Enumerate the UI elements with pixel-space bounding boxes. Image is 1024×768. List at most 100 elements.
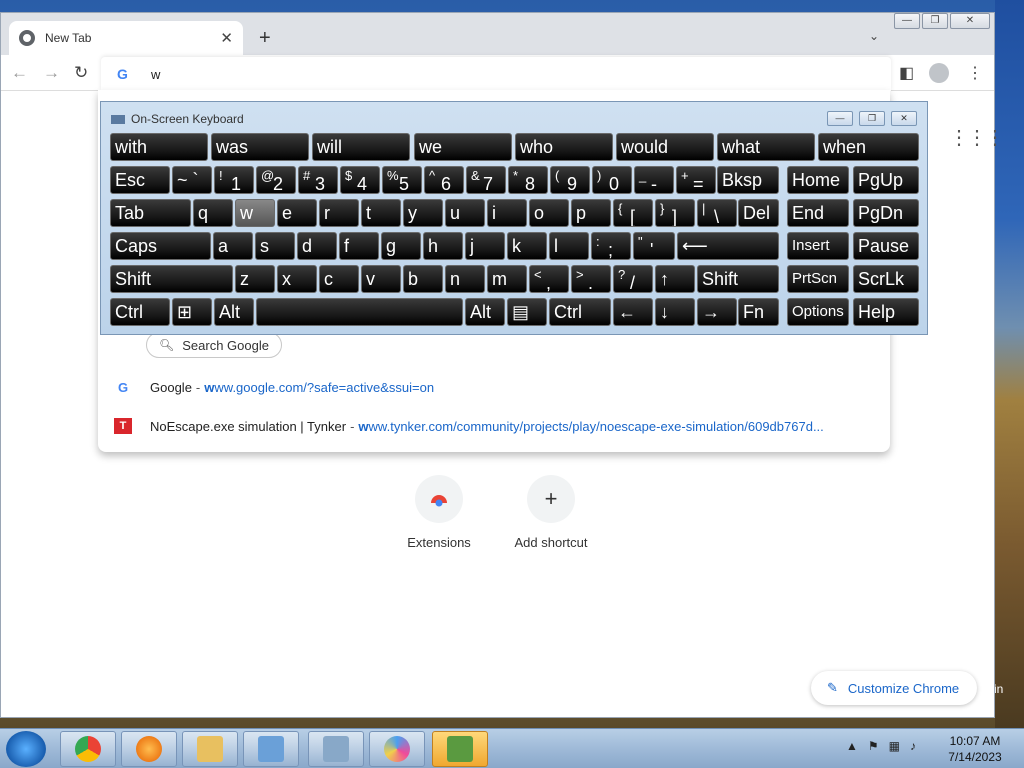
key--[interactable]: + = xyxy=(676,166,716,194)
taskbar-paint[interactable] xyxy=(369,731,425,767)
suggestion-row[interactable]: T NoEscape.exe simulation | Tynker - www… xyxy=(114,418,824,434)
reload-icon[interactable]: ↻ xyxy=(74,63,88,83)
key--4[interactable]: $4 xyxy=(340,166,380,194)
key-bksp[interactable]: Bksp xyxy=(717,166,779,194)
key-insert[interactable]: Insert xyxy=(787,232,849,260)
prediction-key-with[interactable]: with xyxy=(110,133,208,161)
key--[interactable]: <, xyxy=(529,265,569,293)
key-p[interactable]: p xyxy=(571,199,611,227)
key-i[interactable]: i xyxy=(487,199,527,227)
key-options[interactable]: Options xyxy=(787,298,849,326)
close-button[interactable]: ✕ xyxy=(950,13,990,29)
network-icon[interactable]: ▦ xyxy=(889,739,900,753)
key-s[interactable]: s xyxy=(255,232,295,260)
key-e[interactable]: e xyxy=(277,199,317,227)
key--[interactable]: ▤ xyxy=(507,298,547,326)
close-icon[interactable]: ✕ xyxy=(220,29,233,47)
key-m[interactable]: m xyxy=(487,265,527,293)
prediction-key-who[interactable]: who xyxy=(515,133,613,161)
key--[interactable]: ⟵ xyxy=(677,232,779,260)
restore-button[interactable]: ❐ xyxy=(859,111,885,126)
key-a[interactable]: a xyxy=(213,232,253,260)
key-b[interactable]: b xyxy=(403,265,443,293)
taskbar-control-panel[interactable] xyxy=(243,731,299,767)
key-end[interactable]: End xyxy=(787,199,849,227)
key-ctrl[interactable]: Ctrl xyxy=(110,298,170,326)
tray-arrow-icon[interactable]: ▲ xyxy=(846,739,858,753)
key--[interactable]: {[ xyxy=(613,199,653,227)
taskbar-explorer[interactable] xyxy=(182,731,238,767)
key--[interactable]: ~ ` xyxy=(172,166,212,194)
flag-icon[interactable]: ⚑ xyxy=(868,739,879,753)
key--5[interactable]: % 5 xyxy=(382,166,422,194)
prediction-key-would[interactable]: would xyxy=(616,133,714,161)
key-t[interactable]: t xyxy=(361,199,401,227)
key-ctrl[interactable]: Ctrl xyxy=(549,298,611,326)
customize-chrome-button[interactable]: ✎ Customize Chrome xyxy=(811,671,977,705)
key-o[interactable]: o xyxy=(529,199,569,227)
key--[interactable]: ↓ xyxy=(655,298,695,326)
key-pgup[interactable]: PgUp xyxy=(853,166,919,194)
prediction-key-was[interactable]: was xyxy=(211,133,309,161)
key--[interactable]: ⊞ xyxy=(172,298,212,326)
apps-grid-icon[interactable]: ⋮⋮⋮ xyxy=(949,125,1005,150)
menu-icon[interactable]: ⋮ xyxy=(967,63,983,83)
key-w[interactable]: w xyxy=(235,199,275,227)
chevron-down-icon[interactable]: ⌄ xyxy=(869,29,879,43)
key-alt[interactable]: Alt xyxy=(214,298,254,326)
key--[interactable]: ← xyxy=(613,298,653,326)
taskbar-osk[interactable] xyxy=(308,731,364,767)
minimize-button[interactable]: — xyxy=(894,13,920,29)
key-r[interactable]: r xyxy=(319,199,359,227)
key--[interactable]: _ - xyxy=(634,166,674,194)
forward-icon[interactable]: → xyxy=(43,63,60,83)
close-button[interactable]: ✕ xyxy=(891,111,917,126)
key-z[interactable]: z xyxy=(235,265,275,293)
key-x[interactable]: x xyxy=(277,265,317,293)
back-icon[interactable]: ← xyxy=(11,63,28,83)
key--[interactable]: ? / xyxy=(613,265,653,293)
prediction-key-will[interactable]: will xyxy=(312,133,410,161)
key--7[interactable]: & 7 xyxy=(466,166,506,194)
key-fn[interactable]: Fn xyxy=(738,298,779,326)
clock[interactable]: 10:07 AM 7/14/2023 xyxy=(940,733,1010,765)
key-k[interactable]: k xyxy=(507,232,547,260)
key-f[interactable]: f xyxy=(339,232,379,260)
key--[interactable]: >. xyxy=(571,265,611,293)
key-d[interactable]: d xyxy=(297,232,337,260)
key-h[interactable]: h xyxy=(423,232,463,260)
taskbar-chrome[interactable] xyxy=(60,731,116,767)
key-home[interactable]: Home xyxy=(787,166,849,194)
key-pause[interactable]: Pause xyxy=(853,232,919,260)
suggestion-row[interactable]: G Google - www.google.com/?safe=active&s… xyxy=(114,380,434,395)
taskbar-app-active[interactable] xyxy=(432,731,488,767)
restore-button[interactable]: ❐ xyxy=(922,13,948,29)
minimize-button[interactable]: — xyxy=(827,111,853,126)
key--2[interactable]: @2 xyxy=(256,166,296,194)
taskbar-firefox[interactable] xyxy=(121,731,177,767)
key-j[interactable]: j xyxy=(465,232,505,260)
key--3[interactable]: #3 xyxy=(298,166,338,194)
prediction-key-when[interactable]: when xyxy=(818,133,919,161)
key--0[interactable]: ) 0 xyxy=(592,166,632,194)
profile-icon[interactable] xyxy=(929,63,949,83)
tab-new-tab[interactable]: New Tab ✕ xyxy=(9,21,243,55)
key-v[interactable]: v xyxy=(361,265,401,293)
key--8[interactable]: * 8 xyxy=(508,166,548,194)
key-q[interactable]: q xyxy=(193,199,233,227)
shortcut-extensions[interactable]: Extensions xyxy=(394,475,484,550)
key-g[interactable]: g xyxy=(381,232,421,260)
key-tab[interactable]: Tab xyxy=(110,199,191,227)
key--9[interactable]: (9 xyxy=(550,166,590,194)
key-pgdn[interactable]: PgDn xyxy=(853,199,919,227)
address-bar[interactable]: G w xyxy=(101,57,891,91)
key-help[interactable]: Help xyxy=(853,298,919,326)
key--[interactable]: :; xyxy=(591,232,631,260)
key--[interactable]: ↑ xyxy=(655,265,695,293)
key-scrlk[interactable]: ScrLk xyxy=(853,265,919,293)
key-n[interactable]: n xyxy=(445,265,485,293)
key--[interactable]: }] xyxy=(655,199,695,227)
key--[interactable]: " ' xyxy=(633,232,675,260)
key-y[interactable]: y xyxy=(403,199,443,227)
shortcut-add[interactable]: + Add shortcut xyxy=(506,475,596,550)
